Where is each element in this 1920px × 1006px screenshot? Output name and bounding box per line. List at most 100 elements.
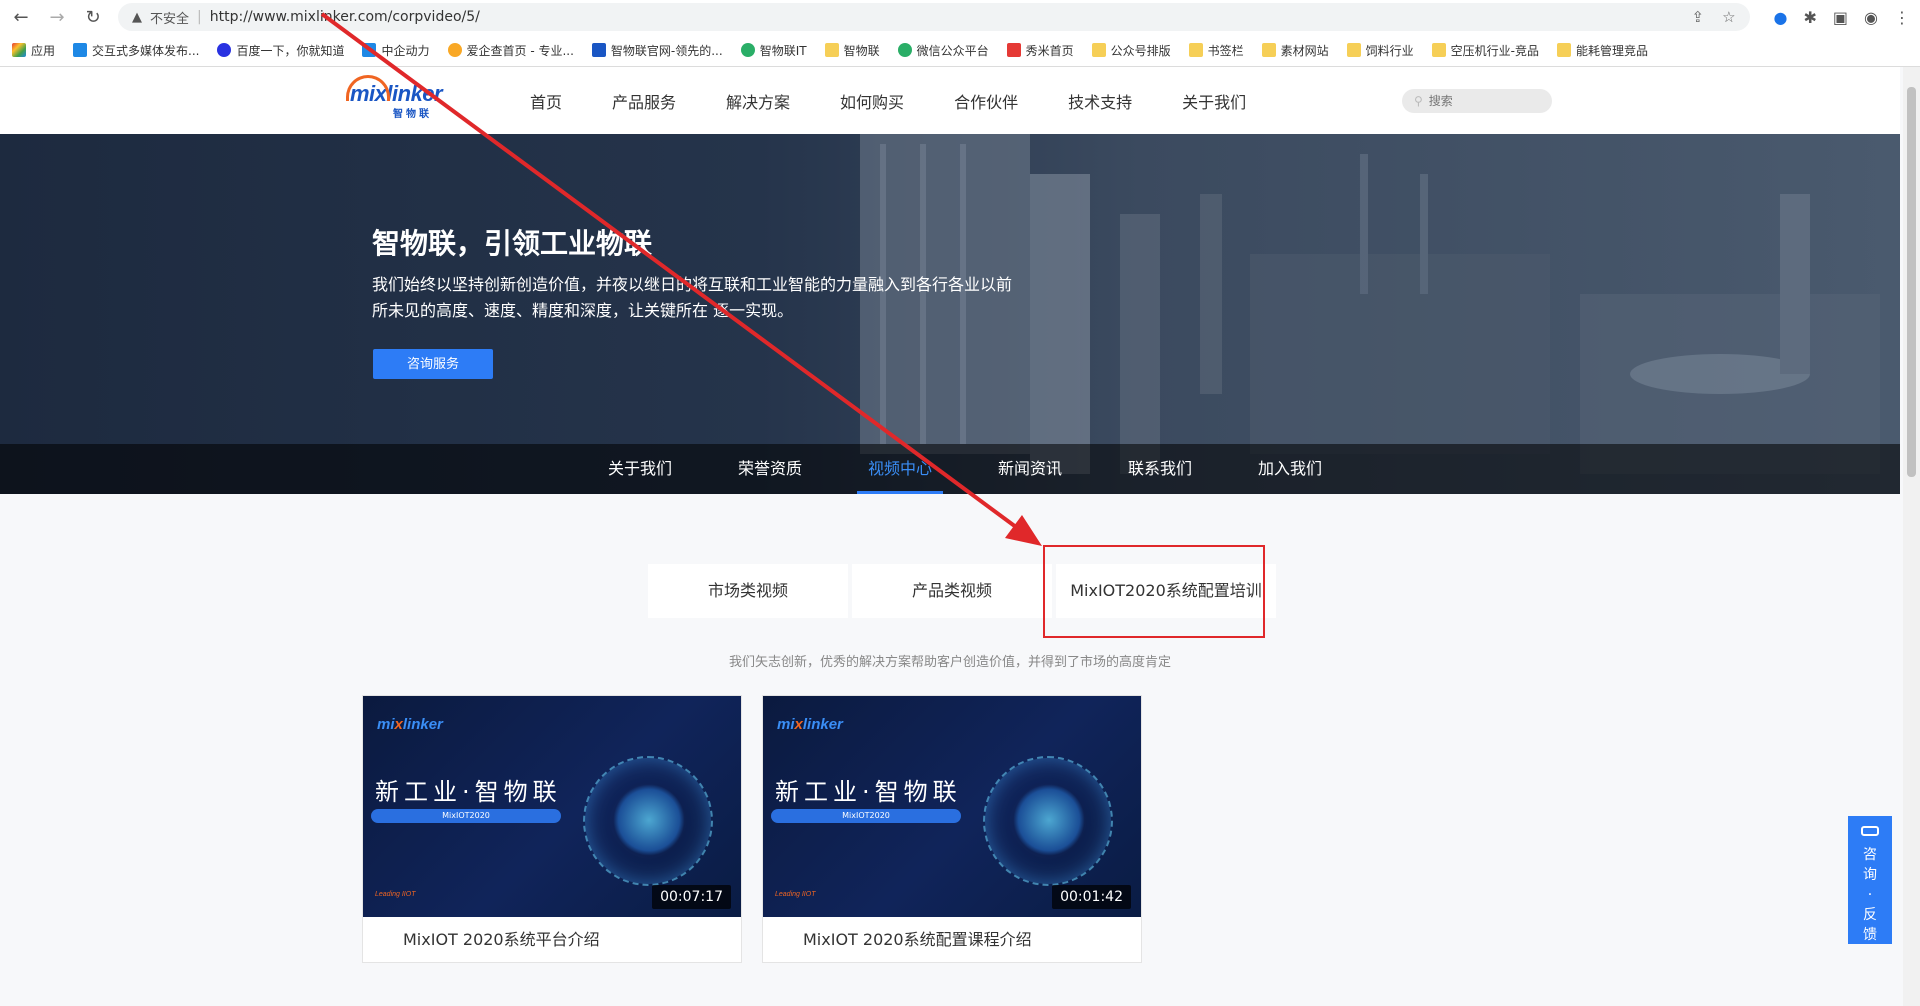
nav-solutions[interactable]: 解决方案 <box>726 89 790 113</box>
float-char: · <box>1867 887 1873 903</box>
subnav-about[interactable]: 关于我们 <box>575 444 705 494</box>
nav-products[interactable]: 产品服务 <box>612 89 676 113</box>
extension-google-icon[interactable]: ● <box>1774 8 1788 27</box>
thumbnail-pill: MixIOT2020 <box>771 809 961 823</box>
bookmark-folder[interactable]: 空压机行业-竞品 <box>1431 42 1540 59</box>
bookmark-label: 素材网站 <box>1280 43 1329 58</box>
bookmark-label: 智物联IT <box>759 43 807 58</box>
hero-banner: 智物联，引领工业物联 我们始终以坚持创新创造价值，并夜以继日的将互联和工业智能的… <box>0 134 1900 494</box>
thumbnail-headline: 新工业·智物联 <box>775 778 962 806</box>
sub-nav: 关于我们 荣誉资质 视频中心 新闻资讯 联系我们 加入我们 <box>0 444 1900 494</box>
search-input[interactable] <box>1428 94 1529 108</box>
bookmark-label: 微信公众平台 <box>916 43 989 58</box>
bookmark-folder[interactable]: 智物联 <box>824 42 880 59</box>
float-char: 反 <box>1863 907 1877 923</box>
banner-description: 我们始终以坚持创新创造价值，并夜以继日的将互联和工业智能的力量融入到各行各业以前… <box>372 275 1013 320</box>
bookmark-apps[interactable]: 应用 <box>12 42 55 59</box>
nav-about[interactable]: 关于我们 <box>1182 89 1246 113</box>
star-icon[interactable]: ☆ <box>1722 8 1735 26</box>
bookmark-folder[interactable]: 书签栏 <box>1188 42 1244 59</box>
scrollbar-thumb[interactable] <box>1907 87 1916 477</box>
folder-icon <box>1261 43 1276 57</box>
bookmarks-bar: 应用 交互式多媒体发布... 百度一下，你就知道 中企动力 爱企查首页 - 专业… <box>0 34 1920 66</box>
chat-icon <box>1861 826 1879 836</box>
bookmark-label: 爱企查首页 - 专业... <box>466 43 574 58</box>
bookmark-label: 智物联官网-领先的... <box>610 43 723 58</box>
bookmark-folder[interactable]: 能耗管理竞品 <box>1557 42 1648 59</box>
url-text[interactable]: http://www.mixlinker.com/corpvideo/5/ <box>210 9 480 25</box>
banner-title: 智物联，引领工业物联 <box>372 227 653 260</box>
logo-arc <box>346 75 390 101</box>
subnav-video-center[interactable]: 视频中心 <box>835 444 965 494</box>
subnav-news[interactable]: 新闻资讯 <box>965 444 1095 494</box>
bookmark-item[interactable]: 交互式多媒体发布... <box>73 42 199 59</box>
back-icon[interactable]: ← <box>10 6 32 28</box>
site-logo[interactable]: mixlinker 智物联 <box>346 75 465 121</box>
video-title[interactable]: MixIOT 2020系统配置课程介绍 <box>763 917 1141 963</box>
nav-support[interactable]: 技术支持 <box>1068 89 1132 113</box>
site-header: mixlinker 智物联 首页 产品服务 解决方案 如何购买 合作伙伴 技术支… <box>0 67 1900 134</box>
bookmark-item[interactable]: 智物联IT <box>740 42 807 59</box>
folder-icon <box>1188 43 1203 57</box>
play-icon <box>73 43 88 57</box>
annotation-highlight-box <box>1043 545 1265 638</box>
video-thumbnail[interactable]: mixlinker 新工业·智物联 MixIOT2020 Leading IIO… <box>363 696 741 917</box>
extensions-puzzle-icon[interactable]: ✱ <box>1804 8 1817 27</box>
folder-icon <box>1557 43 1572 57</box>
xiumi-icon <box>1006 43 1021 57</box>
profile-avatar-icon[interactable]: ◉ <box>1864 8 1878 27</box>
menu-kebab-icon[interactable]: ⋮ <box>1894 8 1910 27</box>
forward-icon[interactable]: → <box>46 6 68 28</box>
bookmark-folder[interactable]: 公众号排版 <box>1091 42 1171 59</box>
thumbnail-tagline: Leading IIOT <box>775 891 816 898</box>
subnav-contact[interactable]: 联系我们 <box>1095 444 1225 494</box>
bookmark-folder[interactable]: 饲料行业 <box>1346 42 1414 59</box>
side-panel-icon[interactable]: ▣ <box>1833 8 1848 27</box>
bookmark-item[interactable]: 爱企查首页 - 专业... <box>447 42 574 59</box>
consult-service-button[interactable]: 咨询服务 <box>373 349 493 379</box>
subnav-join[interactable]: 加入我们 <box>1225 444 1355 494</box>
folder-icon <box>1091 43 1106 57</box>
consult-feedback-button[interactable]: 咨 询 · 反 馈 <box>1848 816 1892 944</box>
tab-market-videos[interactable]: 市场类视频 <box>648 564 848 618</box>
video-duration: 00:07:17 <box>652 885 731 909</box>
bookmark-item[interactable]: 微信公众平台 <box>897 42 989 59</box>
float-char: 馈 <box>1863 927 1877 943</box>
ce-icon <box>362 43 377 57</box>
tab-product-videos[interactable]: 产品类视频 <box>852 564 1052 618</box>
bookmark-item[interactable]: 中企动力 <box>362 42 430 59</box>
video-card[interactable]: mixlinker 新工业·智物联 MixIOT2020 Leading IIO… <box>762 695 1142 963</box>
security-label: 不安全 <box>150 11 190 27</box>
nav-home[interactable]: 首页 <box>530 89 562 113</box>
address-bar[interactable]: ▲ 不安全 | http://www.mixlinker.com/corpvid… <box>118 3 1750 31</box>
page-scrollbar[interactable] <box>1903 67 1920 1006</box>
nav-partners[interactable]: 合作伙伴 <box>954 89 1018 113</box>
bookmark-label: 百度一下，你就知道 <box>236 43 345 58</box>
bookmark-item[interactable]: 秀米首页 <box>1006 42 1074 59</box>
bookmark-label: 应用 <box>31 43 56 58</box>
reload-icon[interactable]: ↻ <box>82 6 104 28</box>
share-icon[interactable]: ⇪ <box>1692 8 1705 26</box>
bookmark-item[interactable]: 百度一下，你就知道 <box>217 42 344 59</box>
video-title[interactable]: MixIOT 2020系统平台介绍 <box>363 917 741 963</box>
video-card[interactable]: mixlinker 新工业·智物联 MixIOT2020 Leading IIO… <box>362 695 742 963</box>
search-icon: ⚲ <box>1414 94 1423 108</box>
subnav-honors[interactable]: 荣誉资质 <box>705 444 835 494</box>
folder-icon <box>1346 43 1361 57</box>
bookmark-label: 智物联 <box>843 43 880 58</box>
section-subtitle: 我们矢志创新，优秀的解决方案帮助客户创造价值，并得到了市场的高度肯定 <box>728 655 1171 670</box>
bookmark-label: 交互式多媒体发布... <box>92 43 200 58</box>
thumbnail-headline: 新工业·智物联 <box>375 778 562 806</box>
warning-icon: ▲ <box>132 9 142 25</box>
bookmark-label: 空压机行业-竞品 <box>1450 43 1540 58</box>
bookmark-label: 公众号排版 <box>1110 43 1171 58</box>
video-thumbnail[interactable]: mixlinker 新工业·智物联 MixIOT2020 Leading IIO… <box>763 696 1141 917</box>
address-row: ← → ↻ ▲ 不安全 | http://www.mixlinker.com/c… <box>0 0 1920 34</box>
site-search[interactable]: ⚲ <box>1402 89 1552 113</box>
bookmark-folder[interactable]: 素材网站 <box>1261 42 1329 59</box>
nav-how-to-buy[interactable]: 如何购买 <box>840 89 904 113</box>
folder-icon <box>824 43 839 57</box>
aiqicha-icon <box>447 43 462 57</box>
bookmark-item[interactable]: 智物联官网-领先的... <box>591 42 723 59</box>
globe-core-graphic <box>1013 784 1085 856</box>
